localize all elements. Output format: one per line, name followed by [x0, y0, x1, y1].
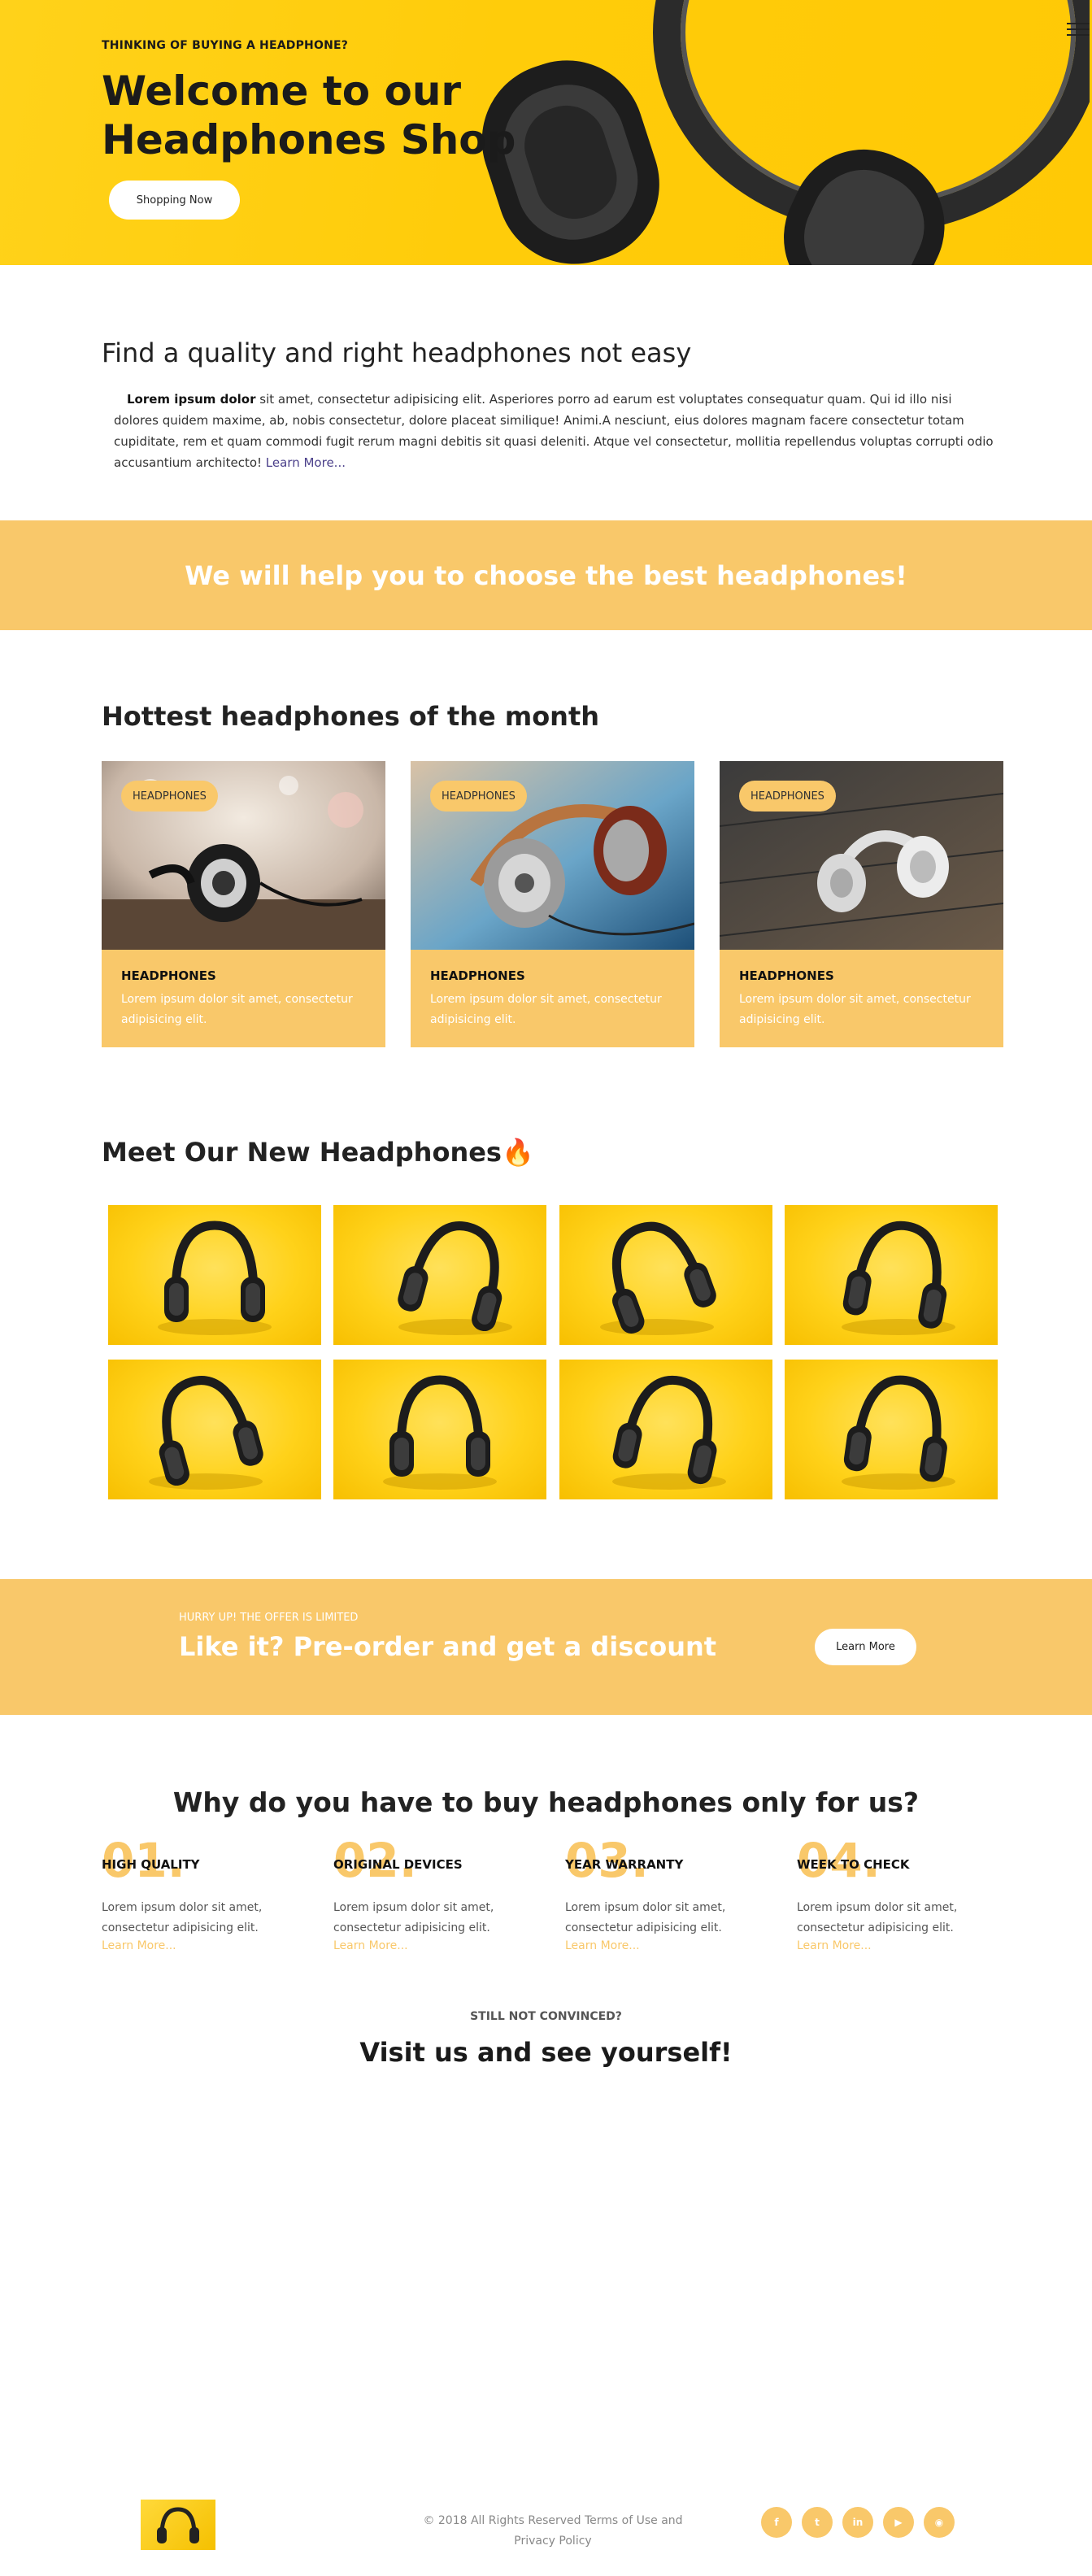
feature-description: Lorem ipsum dolor sit amet, consectetur …	[333, 1901, 494, 1934]
new-product-tile[interactable]	[785, 1205, 998, 1345]
offer-title: Like it? Pre-order and get a discount	[179, 1631, 717, 1662]
card-badge: HEADPHONES	[430, 781, 527, 812]
feature-description: Lorem ipsum dolor sit amet, consectetur …	[797, 1901, 958, 1934]
new-product-tile[interactable]	[108, 1205, 321, 1345]
card-category: HEADPHONES	[121, 968, 216, 983]
why-title: Why do you have to buy headphones only f…	[172, 1786, 920, 1818]
learn-more-button[interactable]: Learn More	[815, 1629, 916, 1665]
new-product-tile[interactable]	[333, 1205, 546, 1345]
social-links: f t in ▶ ◉	[761, 2507, 955, 2538]
new-product-tile[interactable]	[108, 1360, 321, 1499]
feature-heading: WEEK TO CHECK	[797, 1857, 910, 1872]
about-lead: Lorem ipsum dolor	[127, 392, 256, 407]
card-description: Lorem ipsum dolor sit amet, consectetur …	[739, 993, 971, 1026]
feature-description: Lorem ipsum dolor sit amet, consectetur …	[565, 1901, 726, 1934]
hero-section: THINKING OF BUYING A HEADPHONE? Welcome …	[0, 0, 1092, 265]
card-description: Lorem ipsum dolor sit amet, consectetur …	[121, 993, 353, 1026]
new-product-tile[interactable]	[559, 1360, 772, 1499]
new-headphones-title: Meet Our New Headphones🔥	[102, 1137, 534, 1168]
banner-text: We will help you to choose the best head…	[185, 559, 907, 591]
product-card[interactable]: HEADPHONES HEADPHONES Lorem ipsum dolor …	[411, 761, 694, 1047]
feature-learn-more-link[interactable]: Learn More...	[565, 1939, 640, 1952]
feature-heading: HIGH QUALITY	[102, 1857, 200, 1872]
facebook-icon[interactable]: f	[761, 2507, 792, 2538]
hamburger-menu-icon[interactable]	[1067, 23, 1090, 39]
hottest-title: Hottest headphones of the month	[102, 701, 600, 732]
hero-title: Welcome to our Headphones Shop	[102, 67, 516, 163]
feature-description: Lorem ipsum dolor sit amet, consectetur …	[102, 1901, 263, 1934]
hero-kicker: THINKING OF BUYING A HEADPHONE?	[102, 39, 349, 52]
new-product-tile[interactable]	[559, 1205, 772, 1345]
card-description: Lorem ipsum dolor sit amet, consectetur …	[430, 993, 662, 1026]
product-image: HEADPHONES	[102, 761, 385, 950]
youtube-icon[interactable]: ▶	[883, 2507, 914, 2538]
help-banner: We will help you to choose the best head…	[0, 520, 1092, 630]
product-image: HEADPHONES	[411, 761, 694, 950]
feature-learn-more-link[interactable]: Learn More...	[333, 1939, 408, 1952]
about-title: Find a quality and right headphones not …	[102, 337, 692, 368]
card-badge: HEADPHONES	[739, 781, 836, 812]
footer-copyright: © 2018 All Rights Reserved Terms of Use …	[423, 2514, 683, 2548]
rss-icon[interactable]: ◉	[924, 2507, 955, 2538]
offer-kicker: HURRY UP! THE OFFER IS LIMITED	[179, 1612, 359, 1624]
new-product-tile[interactable]	[333, 1360, 546, 1499]
twitter-icon[interactable]: t	[802, 2507, 833, 2538]
feature-learn-more-link[interactable]: Learn More...	[102, 1939, 176, 1952]
product-image: HEADPHONES	[720, 761, 1003, 950]
about-text: Lorem ipsum dolor sit amet, consectetur …	[114, 389, 996, 473]
card-category: HEADPHONES	[739, 968, 834, 983]
shopping-now-button[interactable]: Shopping Now	[109, 181, 240, 220]
about-learn-more-link[interactable]: Learn More...	[266, 455, 346, 470]
product-card[interactable]: HEADPHONES HEADPHONES Lorem ipsum dolor …	[720, 761, 1003, 1047]
feature-heading: YEAR WARRANTY	[565, 1857, 684, 1872]
new-title-text: Meet Our New Headphones	[102, 1137, 502, 1168]
new-product-tile[interactable]	[785, 1360, 998, 1499]
footer-logo[interactable]	[141, 2500, 215, 2550]
feature-learn-more-link[interactable]: Learn More...	[797, 1939, 872, 1952]
cta-kicker: STILL NOT CONVINCED?	[470, 2010, 622, 2023]
feature-heading: ORIGINAL DEVICES	[333, 1857, 463, 1872]
linkedin-icon[interactable]: in	[842, 2507, 873, 2538]
offer-banner: HURRY UP! THE OFFER IS LIMITED Like it? …	[0, 1579, 1092, 1715]
card-category: HEADPHONES	[430, 968, 525, 983]
card-badge: HEADPHONES	[121, 781, 218, 812]
product-card[interactable]: HEADPHONES HEADPHONES Lorem ipsum dolor …	[102, 761, 385, 1047]
cta-title: Visit us and see yourself!	[359, 2037, 733, 2068]
fire-icon: 🔥	[501, 1137, 534, 1168]
